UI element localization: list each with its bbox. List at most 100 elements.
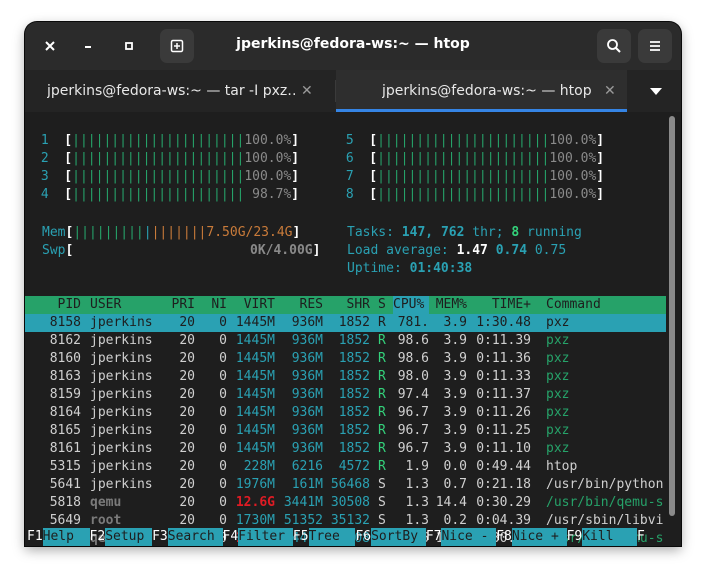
search-button[interactable] — [597, 29, 631, 63]
tab-close-button[interactable]: ✕ — [301, 83, 313, 99]
function-label-nice-[interactable]: Nice - — [441, 528, 497, 546]
process-row[interactable]: 8160 jperkins 20 0 1445M 936M 1852 R 98.6 3.9 0:11… — [25, 350, 666, 368]
function-label-filter[interactable]: Filter — [238, 528, 293, 546]
function-key-f6[interactable]: F6 — [355, 528, 371, 546]
process-cpu: 97.4 — [397, 387, 429, 402]
process-table-header[interactable]: PID USER PRI NI VIRT RES SHR S CPU% MEM%… — [25, 296, 666, 314]
function-label-search[interactable]: Search — [167, 528, 223, 546]
cpu-percent: 100.0% — [244, 133, 292, 148]
process-command: pxz — [546, 333, 570, 348]
process-row[interactable]: 5818 qemu 20 0 12.6G 3441M 30508 S 1.3 14.4 0:30.2… — [25, 494, 666, 512]
function-key-f4[interactable]: F4 — [223, 528, 239, 546]
function-key-f9[interactable]: F9 — [567, 528, 583, 546]
process-state: S — [378, 477, 386, 492]
process-pri: 20 — [179, 315, 195, 330]
process-shr: 1852 — [338, 351, 370, 366]
function-key-f1[interactable]: F1 — [27, 528, 43, 546]
process-ni: 0 — [219, 315, 227, 330]
function-label-setup[interactable]: Setup — [105, 528, 153, 546]
column-header-user[interactable]: USER — [90, 296, 121, 314]
scrollbar-thumb[interactable] — [669, 116, 675, 516]
process-pri: 20 — [179, 441, 195, 456]
tab-bar: jperkins@fedora-ws:~ — tar -I pxz… ✕ jpe… — [25, 70, 681, 112]
column-header-virt[interactable]: VIRT — [233, 296, 275, 314]
function-label-tree[interactable]: Tree — [308, 528, 356, 546]
process-pid: 8161 — [49, 441, 81, 456]
process-row[interactable]: 8161 jperkins 20 0 1445M 936M 1852 R 96.7 3.9 0:11… — [25, 440, 666, 458]
running-count: 8 — [511, 225, 520, 240]
tab-close-button[interactable]: ✕ — [604, 83, 616, 99]
process-row[interactable]: 8162 jperkins 20 0 1445M 936M 1852 R 98.6 3.9 0:11… — [25, 332, 666, 350]
column-header-time[interactable]: TIME+ — [475, 296, 531, 314]
process-row[interactable]: 8164 jperkins 20 0 1445M 936M 1852 R 96.7 3.9 0:11… — [25, 404, 666, 422]
process-ni: 0 — [219, 405, 227, 420]
tab-htop[interactable]: jperkins@fedora-ws:~ — htop ✕ — [336, 70, 627, 112]
process-row[interactable]: 5641 jperkins 20 0 1976M 161M 56468 S 1.3 0.7 0:21… — [25, 476, 666, 494]
cpu-percent: 100.0% — [549, 133, 597, 148]
column-header-state[interactable]: S — [378, 296, 386, 314]
process-virt: 1445M — [235, 315, 275, 330]
chevron-down-icon — [650, 88, 662, 95]
function-key-f2[interactable]: F2 — [90, 528, 106, 546]
function-key-f8[interactable]: F8 — [496, 528, 512, 546]
cpu-percent: 100.0% — [244, 151, 292, 166]
load-label: Load average: — [347, 243, 449, 258]
meter-bracket-open: [ — [56, 187, 73, 202]
process-row[interactable]: 8158 jperkins 20 0 1445M 936M 1852 R 781. 3.9 1:30… — [25, 314, 666, 332]
process-mem: 0.0 — [443, 459, 467, 474]
process-pri: 20 — [179, 423, 195, 438]
column-header-ni[interactable]: NI — [203, 296, 227, 314]
process-res: 3441M — [283, 495, 323, 510]
process-user: jperkins — [90, 405, 153, 420]
process-res: 936M — [291, 333, 323, 348]
scrollbar[interactable] — [668, 112, 676, 522]
meter-bracket-close: ] — [291, 187, 300, 202]
process-command: /usr/bin/qemu-s — [546, 495, 664, 510]
column-header-cpu[interactable]: CPU% — [393, 296, 429, 314]
column-header-pri[interactable]: PRI — [165, 296, 195, 314]
tab-overview-dropdown[interactable] — [650, 85, 662, 99]
process-cpu: 96.7 — [397, 441, 429, 456]
process-state: R — [378, 315, 386, 330]
process-pri: 20 — [179, 369, 195, 384]
function-label-help[interactable]: Help — [42, 528, 90, 546]
column-header-command[interactable]: Command — [546, 296, 601, 314]
process-row[interactable]: 8165 jperkins 20 0 1445M 936M 1852 R 96.7 3.9 0:11… — [25, 422, 666, 440]
threads-label: thr; — [472, 225, 504, 240]
cpu-usage-bar: |||||||||||||||||||||| — [377, 169, 550, 184]
column-header-mem[interactable]: MEM% — [431, 296, 467, 314]
process-virt: 1445M — [235, 369, 275, 384]
process-row[interactable]: 8159 jperkins 20 0 1445M 936M 1852 R 97.4 3.9 0:11… — [25, 386, 666, 404]
process-ni: 0 — [219, 423, 227, 438]
column-header-res[interactable]: RES — [281, 296, 323, 314]
process-row[interactable]: 5315 jperkins 20 0 228M 6216 4572 R 1.9 0.0 0:49.4… — [25, 458, 666, 476]
tasks-line: Tasks: 147, 762 thr; 8 running — [347, 224, 582, 242]
process-row[interactable]: 8163 jperkins 20 0 1445M 936M 1852 R 98.0 3.9 0:11… — [25, 368, 666, 386]
function-label-nice-[interactable]: Nice + — [511, 528, 567, 546]
terminal-content[interactable]: 1 [||||||||||||||||||||||100.0%] 2 [||||… — [25, 112, 681, 546]
process-command: pxz — [546, 315, 570, 330]
function-key-f7[interactable]: F7 — [426, 528, 442, 546]
process-pid: 8163 — [49, 369, 81, 384]
uptime-label: Uptime: — [347, 261, 402, 276]
function-label-kill[interactable]: Kill — [582, 528, 638, 546]
function-key-f5[interactable]: F5 — [293, 528, 309, 546]
function-key-f3[interactable]: F3 — [152, 528, 168, 546]
process-time: 0:11.33 — [476, 369, 531, 384]
function-label-sortby[interactable]: SortBy — [371, 528, 426, 546]
process-command: pxz — [546, 387, 570, 402]
process-virt: 1445M — [235, 387, 275, 402]
function-key-f[interactable]: F — [637, 528, 645, 546]
process-state: R — [378, 459, 386, 474]
cpu-meter-5: 5 [||||||||||||||||||||||100.0%] — [338, 132, 604, 150]
hamburger-menu-button[interactable] — [638, 29, 672, 63]
tab-tar[interactable]: jperkins@fedora-ws:~ — tar -I pxz… ✕ — [25, 70, 335, 112]
cpu-number: 2 — [33, 151, 57, 166]
process-virt: 12.6G — [235, 495, 275, 510]
column-header-pid[interactable]: PID — [25, 296, 81, 314]
process-virt: 1445M — [235, 441, 275, 456]
column-header-shr[interactable]: SHR — [330, 296, 370, 314]
process-time: 1:30.48 — [476, 315, 531, 330]
cpu-meter-6: 6 [||||||||||||||||||||||100.0%] — [338, 150, 604, 168]
process-cpu: 781. — [397, 315, 429, 330]
